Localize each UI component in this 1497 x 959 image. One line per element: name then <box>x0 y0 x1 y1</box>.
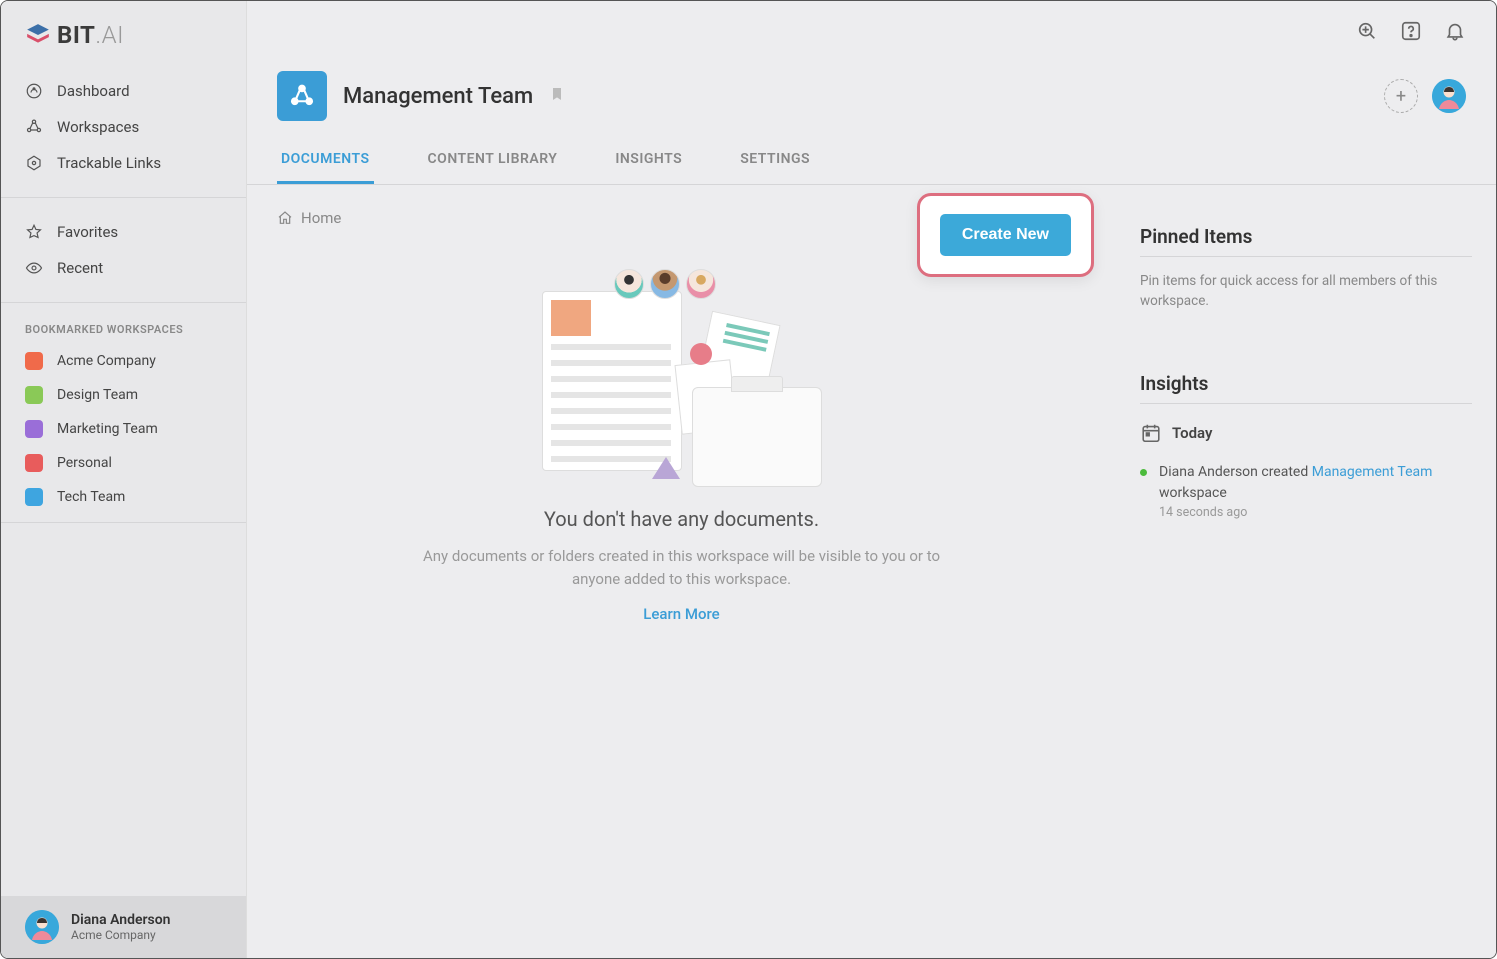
nav-trackable-links[interactable]: Trackable Links <box>1 145 246 181</box>
nav-label: Trackable Links <box>57 154 161 172</box>
activity-text-suffix: workspace <box>1159 485 1227 501</box>
logo[interactable]: BIT.AI <box>1 1 246 65</box>
tab-content-library[interactable]: CONTENT LIBRARY <box>424 141 562 184</box>
brand-name: BIT <box>57 21 95 49</box>
bookmarked-list: Acme Company Design Team Marketing Team … <box>1 344 246 514</box>
tab-settings[interactable]: SETTINGS <box>736 141 814 184</box>
dashboard-icon <box>25 82 43 100</box>
ws-color-icon <box>25 386 43 404</box>
eye-icon <box>25 259 43 277</box>
activity-dot-icon <box>1140 469 1147 476</box>
tab-insights[interactable]: INSIGHTS <box>611 141 686 184</box>
main-area: Management Team + DOCUMENTS CONTENT LIBR… <box>247 1 1496 958</box>
ws-label: Marketing Team <box>57 421 158 437</box>
bookmarked-heading: BOOKMARKED WORKSPACES <box>1 311 246 344</box>
current-user-avatar-icon[interactable] <box>1432 79 1466 113</box>
learn-more-link[interactable]: Learn More <box>643 605 719 623</box>
nav-label: Dashboard <box>57 82 130 100</box>
sidebar-ws-marketing[interactable]: Marketing Team <box>1 412 246 446</box>
documents-panel: Home Create New You don't hav <box>247 185 1116 958</box>
ws-color-icon <box>25 420 43 438</box>
ws-label: Tech Team <box>57 489 125 505</box>
workspace-header: Management Team + <box>247 61 1496 121</box>
activity-workspace-link[interactable]: Management Team <box>1312 464 1433 480</box>
brand-suffix: .AI <box>95 21 124 49</box>
tab-documents[interactable]: DOCUMENTS <box>277 141 374 184</box>
activity-item: Diana Anderson created Management Team w… <box>1140 462 1472 523</box>
ws-color-icon <box>25 454 43 472</box>
user-org: Acme Company <box>71 928 170 942</box>
sidebar-ws-acme[interactable]: Acme Company <box>1 344 246 378</box>
nav-favorites[interactable]: Favorites <box>1 214 246 250</box>
user-name: Diana Anderson <box>71 912 170 928</box>
search-icon[interactable] <box>1356 20 1378 42</box>
sidebar-ws-personal[interactable]: Personal <box>1 446 246 480</box>
nav-workspaces[interactable]: Workspaces <box>1 109 246 145</box>
home-icon <box>277 210 293 226</box>
divider <box>1 522 246 523</box>
insights-date-label: Today <box>1172 424 1212 442</box>
empty-description: Any documents or folders created in this… <box>422 545 942 590</box>
nav-dashboard[interactable]: Dashboard <box>1 73 246 109</box>
calendar-icon <box>1140 422 1162 444</box>
bookmark-icon[interactable] <box>549 84 565 109</box>
insights-date-row: Today <box>1140 422 1472 444</box>
activity-time: 14 seconds ago <box>1159 504 1472 523</box>
primary-nav: Dashboard Workspaces Trackable Links <box>1 65 246 189</box>
breadcrumb-home: Home <box>301 209 341 227</box>
nav-label: Workspaces <box>57 118 139 136</box>
star-icon <box>25 223 43 241</box>
nav-label: Favorites <box>57 223 118 241</box>
nav-recent[interactable]: Recent <box>1 250 246 286</box>
topbar <box>247 1 1496 61</box>
ws-label: Design Team <box>57 387 138 403</box>
create-new-button[interactable]: Create New <box>940 214 1071 256</box>
create-new-highlight: Create New <box>917 193 1094 277</box>
sidebar: BIT.AI Dashboard Workspaces Trackable Li… <box>1 1 247 958</box>
empty-state: You don't have any documents. Any docume… <box>402 267 962 623</box>
user-avatar-icon <box>25 910 59 944</box>
workspaces-icon <box>25 118 43 136</box>
nav-label: Recent <box>57 259 103 277</box>
activity-text-prefix: Diana Anderson created <box>1159 464 1312 480</box>
help-icon[interactable] <box>1400 20 1422 42</box>
empty-title: You don't have any documents. <box>402 507 962 531</box>
sidebar-user[interactable]: Diana Anderson Acme Company <box>1 896 246 958</box>
tabs: DOCUMENTS CONTENT LIBRARY INSIGHTS SETTI… <box>247 121 1496 185</box>
bell-icon[interactable] <box>1444 20 1466 42</box>
pinned-section: Pinned Items Pin items for quick access … <box>1140 225 1472 312</box>
ws-label: Acme Company <box>57 353 156 369</box>
links-icon <box>25 154 43 172</box>
workspace-title: Management Team <box>343 84 533 109</box>
insights-section: Insights Today Diana Anderson created Ma… <box>1140 372 1472 523</box>
pinned-title: Pinned Items <box>1140 225 1472 257</box>
logo-icon <box>25 22 51 48</box>
quick-nav: Favorites Recent <box>1 206 246 294</box>
ws-color-icon <box>25 488 43 506</box>
pinned-hint: Pin items for quick access for all membe… <box>1140 271 1472 312</box>
workspace-badge-icon <box>277 71 327 121</box>
empty-illustration <box>542 267 822 487</box>
add-member-button[interactable]: + <box>1384 79 1418 113</box>
insights-title: Insights <box>1140 372 1472 404</box>
sidebar-ws-tech[interactable]: Tech Team <box>1 480 246 514</box>
ws-label: Personal <box>57 455 112 471</box>
divider <box>1 302 246 303</box>
divider <box>1 197 246 198</box>
ws-color-icon <box>25 352 43 370</box>
sidebar-ws-design[interactable]: Design Team <box>1 378 246 412</box>
right-panel: Pinned Items Pin items for quick access … <box>1116 185 1496 958</box>
